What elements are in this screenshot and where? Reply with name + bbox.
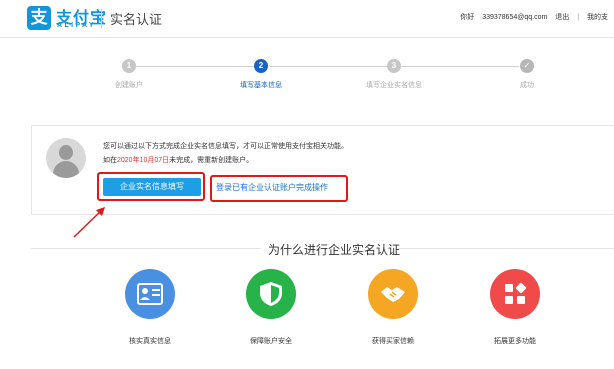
handshake-icon bbox=[368, 269, 418, 319]
apps-icon bbox=[490, 269, 540, 319]
my-alipay-link[interactable]: 我的支 bbox=[587, 14, 608, 21]
deadline-prefix: 如在 bbox=[103, 157, 117, 164]
nav-separator: | bbox=[577, 14, 580, 21]
login-existing-account-link[interactable]: 登录已有企业认证账户完成操作 bbox=[216, 182, 328, 193]
deadline-text: 如在2020年10月07日未完成，需重新创建账户。 bbox=[103, 155, 253, 165]
header-divider-line bbox=[0, 37, 614, 38]
section-divider bbox=[398, 248, 614, 249]
step-success-check-icon: ✓ bbox=[520, 59, 534, 73]
step-1-label: 创建账户 bbox=[115, 82, 143, 89]
step-2-circle: 2 bbox=[254, 59, 268, 73]
feature-label: 获得买家信赖 bbox=[372, 338, 414, 345]
deadline-suffix: 未完成，需重新创建账户。 bbox=[169, 157, 254, 164]
id-card-icon bbox=[125, 269, 175, 319]
greeting-text: 你好 bbox=[460, 14, 475, 21]
avatar bbox=[46, 138, 86, 178]
top-nav: 你好 339378654@qq.com 退出 | 我的支 bbox=[460, 12, 614, 22]
why-title: 为什么进行企业实名认证 bbox=[268, 243, 401, 257]
annotation-arrow-icon bbox=[73, 207, 105, 238]
account-link[interactable]: 339378654@qq.com bbox=[482, 14, 547, 21]
step-2-label: 填写基本信息 bbox=[240, 82, 282, 89]
alipay-logo-icon[interactable]: 支 bbox=[27, 6, 51, 30]
step-connector bbox=[270, 66, 388, 67]
shield-icon bbox=[246, 269, 296, 319]
feature-label: 保障账户安全 bbox=[250, 338, 292, 345]
page-title: 实名认证 bbox=[110, 12, 163, 27]
step-1-circle: 1 bbox=[122, 59, 136, 73]
info-text: 您可以通过以下方式完成企业实名信息填写，才可以正常使用支付宝相关功能。 bbox=[103, 143, 348, 150]
header-divider bbox=[101, 9, 102, 28]
step-connector bbox=[401, 66, 519, 67]
step-3-circle: 3 bbox=[387, 59, 401, 73]
feature-label: 拓展更多功能 bbox=[494, 338, 536, 345]
logout-link[interactable]: 退出 bbox=[555, 14, 569, 21]
section-divider bbox=[31, 248, 261, 249]
deadline-date: 2020年10月07日 bbox=[117, 157, 170, 164]
step-3-label: 填写企业实名信息 bbox=[366, 82, 422, 89]
step-4-label: 成功 bbox=[520, 82, 534, 89]
alipay-logo-subtext: ALIPAY bbox=[57, 22, 96, 29]
step-connector bbox=[136, 66, 254, 67]
fill-enterprise-info-button[interactable]: 企业实名信息填写 bbox=[103, 178, 201, 196]
feature-label: 核实真实信息 bbox=[129, 338, 171, 345]
